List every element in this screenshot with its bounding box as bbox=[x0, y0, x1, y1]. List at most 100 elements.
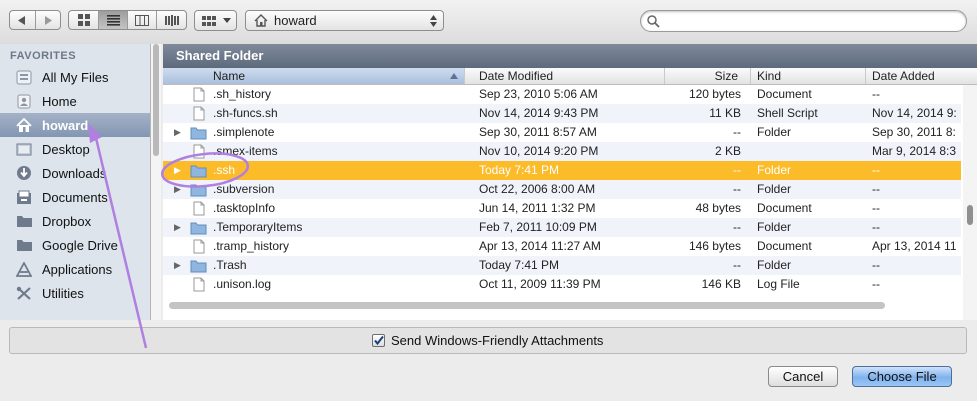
vertical-scroll-thumb[interactable] bbox=[967, 205, 973, 225]
sidebar-item-applications[interactable]: Applications bbox=[0, 257, 150, 281]
desktop-icon bbox=[15, 141, 33, 157]
back-arrow-icon bbox=[18, 15, 26, 25]
sidebar-item-all-my-files[interactable]: All My Files bbox=[0, 65, 150, 89]
cell-modified: Oct 22, 2006 8:00 AM bbox=[479, 182, 596, 196]
folder-icon bbox=[190, 184, 207, 197]
forward-button[interactable] bbox=[36, 11, 61, 29]
choose-file-button[interactable]: Choose File bbox=[852, 366, 952, 387]
document-icon bbox=[193, 106, 205, 121]
sidebar-item-utilities[interactable]: Utilities bbox=[0, 281, 150, 305]
file-row[interactable]: .sh-funcs.sh Nov 14, 2014 9:43 PM 11 KB She… bbox=[163, 104, 961, 123]
cell-name: .tasktopInfo bbox=[213, 201, 276, 215]
arrange-popup[interactable] bbox=[194, 10, 237, 31]
cell-kind: Folder bbox=[757, 258, 792, 272]
location-popup[interactable]: howard bbox=[245, 10, 444, 31]
downloads-icon bbox=[15, 165, 33, 181]
folder-row[interactable]: ▶ .Trash Today 7:41 PM -- Folder -- bbox=[163, 256, 961, 275]
sidebar-scroll-thumb[interactable] bbox=[153, 44, 159, 156]
cell-modified: Nov 10, 2014 9:20 PM bbox=[479, 144, 599, 158]
disclosure-triangle-icon[interactable]: ▶ bbox=[174, 256, 181, 275]
cell-kind: Folder bbox=[757, 125, 792, 139]
file-list-horizontal-scrollbar[interactable] bbox=[163, 298, 963, 312]
list-view-button[interactable] bbox=[99, 11, 128, 29]
icon-view-button[interactable] bbox=[69, 11, 99, 29]
file-row[interactable]: .sh_history Sep 23, 2010 5:06 AM 120 bytes… bbox=[163, 85, 961, 104]
folder-row[interactable]: ▶ .subversion Oct 22, 2006 8:00 AM -- Folder… bbox=[163, 180, 961, 199]
cell-added: -- bbox=[872, 277, 880, 291]
sidebar-item-documents[interactable]: Documents bbox=[0, 185, 150, 209]
sidebar-item-dropbox[interactable]: Dropbox bbox=[0, 209, 150, 233]
sidebar-item-google-drive[interactable]: Google Drive bbox=[0, 233, 150, 257]
cell-name: .Trash bbox=[213, 258, 247, 272]
windows-friendly-checkbox[interactable] bbox=[372, 334, 385, 347]
column-header-label: Date Modified bbox=[479, 69, 554, 83]
cell-size: 146 KB bbox=[701, 277, 741, 291]
file-row[interactable]: .tasktopInfo Jun 14, 2011 1:32 PM 48 bytes… bbox=[163, 199, 961, 218]
checkmark-icon bbox=[374, 335, 384, 346]
cell-name: .unison.log bbox=[213, 277, 272, 291]
sidebar-item-downloads[interactable]: Downloads bbox=[0, 161, 150, 185]
cell-added: Mar 9, 2014 8:3 bbox=[872, 144, 957, 158]
coverflow-view-button[interactable] bbox=[157, 11, 186, 29]
sidebar-item-home[interactable]: Home bbox=[0, 89, 150, 113]
view-mode-buttons bbox=[68, 10, 187, 30]
sidebar-item-desktop[interactable]: Desktop bbox=[0, 137, 150, 161]
utilities-icon bbox=[15, 285, 33, 301]
column-view-button[interactable] bbox=[128, 11, 157, 29]
disclosure-triangle-icon[interactable]: ▶ bbox=[174, 123, 181, 142]
file-row[interactable]: .smex-items Nov 10, 2014 9:20 PM 2 KB Mar 9… bbox=[163, 142, 961, 161]
folder-row[interactable]: ▶ .simplenote Sep 30, 2011 8:57 AM -- Folder… bbox=[163, 123, 961, 142]
cell-modified: Jun 14, 2011 1:32 PM bbox=[479, 201, 596, 215]
cell-size: -- bbox=[733, 125, 741, 139]
cell-size: -- bbox=[733, 258, 741, 272]
nav-buttons bbox=[9, 10, 61, 30]
sidebar-item-label: All My Files bbox=[42, 69, 109, 85]
folder-icon bbox=[15, 213, 33, 229]
folder-icon bbox=[190, 127, 207, 140]
cell-modified: Feb 7, 2011 10:09 PM bbox=[479, 220, 597, 234]
document-icon bbox=[193, 144, 205, 159]
file-row[interactable]: .unison.log Oct 11, 2009 11:39 PM 146 KB Lo… bbox=[163, 275, 961, 294]
disclosure-triangle-icon[interactable]: ▶ bbox=[174, 218, 181, 237]
file-list-vertical-scrollbar[interactable] bbox=[963, 85, 977, 320]
folder-row[interactable]: ▶ .ssh Today 7:41 PM -- Folder -- bbox=[163, 161, 961, 180]
cell-size: 11 KB bbox=[709, 106, 741, 120]
windows-friendly-label[interactable]: Send Windows-Friendly Attachments bbox=[391, 333, 603, 348]
cancel-button[interactable]: Cancel bbox=[768, 366, 838, 387]
cell-added: -- bbox=[872, 258, 880, 272]
column-header-date-added[interactable]: Date Added bbox=[866, 68, 977, 84]
cell-added: -- bbox=[872, 220, 880, 234]
cell-size: 120 bytes bbox=[688, 87, 741, 101]
column-header-name[interactable]: Name bbox=[163, 68, 465, 84]
sidebar-scrollbar[interactable] bbox=[151, 44, 161, 320]
applications-icon bbox=[15, 261, 33, 277]
folder-row[interactable]: ▶ .TemporaryItems Feb 7, 2011 10:09 PM -- Fo… bbox=[163, 218, 961, 237]
horizontal-scroll-thumb[interactable] bbox=[169, 302, 885, 309]
cell-added: -- bbox=[872, 163, 880, 177]
cell-added: -- bbox=[872, 87, 880, 101]
cell-modified: Today 7:41 PM bbox=[479, 258, 560, 272]
cell-kind: Folder bbox=[757, 163, 792, 177]
sidebar-item-label: Documents bbox=[42, 189, 108, 205]
sidebar-item-howard[interactable]: howard bbox=[0, 113, 150, 137]
column-header-label: Name bbox=[213, 69, 246, 83]
cell-added: Sep 30, 2011 8: bbox=[872, 125, 956, 139]
file-row[interactable]: .tramp_history Apr 13, 2014 11:27 AM 146 b… bbox=[163, 237, 961, 256]
search-input[interactable] bbox=[640, 10, 967, 32]
sidebar-item-label: Desktop bbox=[42, 141, 90, 157]
cell-added: -- bbox=[872, 182, 880, 196]
column-header-label: Kind bbox=[757, 69, 782, 83]
cell-modified: Apr 13, 2014 11:27 AM bbox=[479, 239, 601, 253]
cell-name: .subversion bbox=[213, 182, 275, 196]
cell-kind bbox=[757, 142, 865, 161]
cell-size: 146 bytes bbox=[688, 239, 741, 253]
column-header-size[interactable]: Size bbox=[665, 68, 751, 84]
disclosure-triangle-icon[interactable]: ▶ bbox=[174, 161, 181, 180]
column-header-date-modified[interactable]: Date Modified bbox=[465, 68, 665, 84]
cell-modified: Sep 23, 2010 5:06 AM bbox=[479, 87, 598, 101]
column-header-kind[interactable]: Kind bbox=[751, 68, 866, 84]
search-icon bbox=[647, 15, 660, 28]
disclosure-triangle-icon[interactable]: ▶ bbox=[174, 180, 181, 199]
back-button[interactable] bbox=[10, 11, 36, 29]
home-icon bbox=[15, 93, 33, 109]
